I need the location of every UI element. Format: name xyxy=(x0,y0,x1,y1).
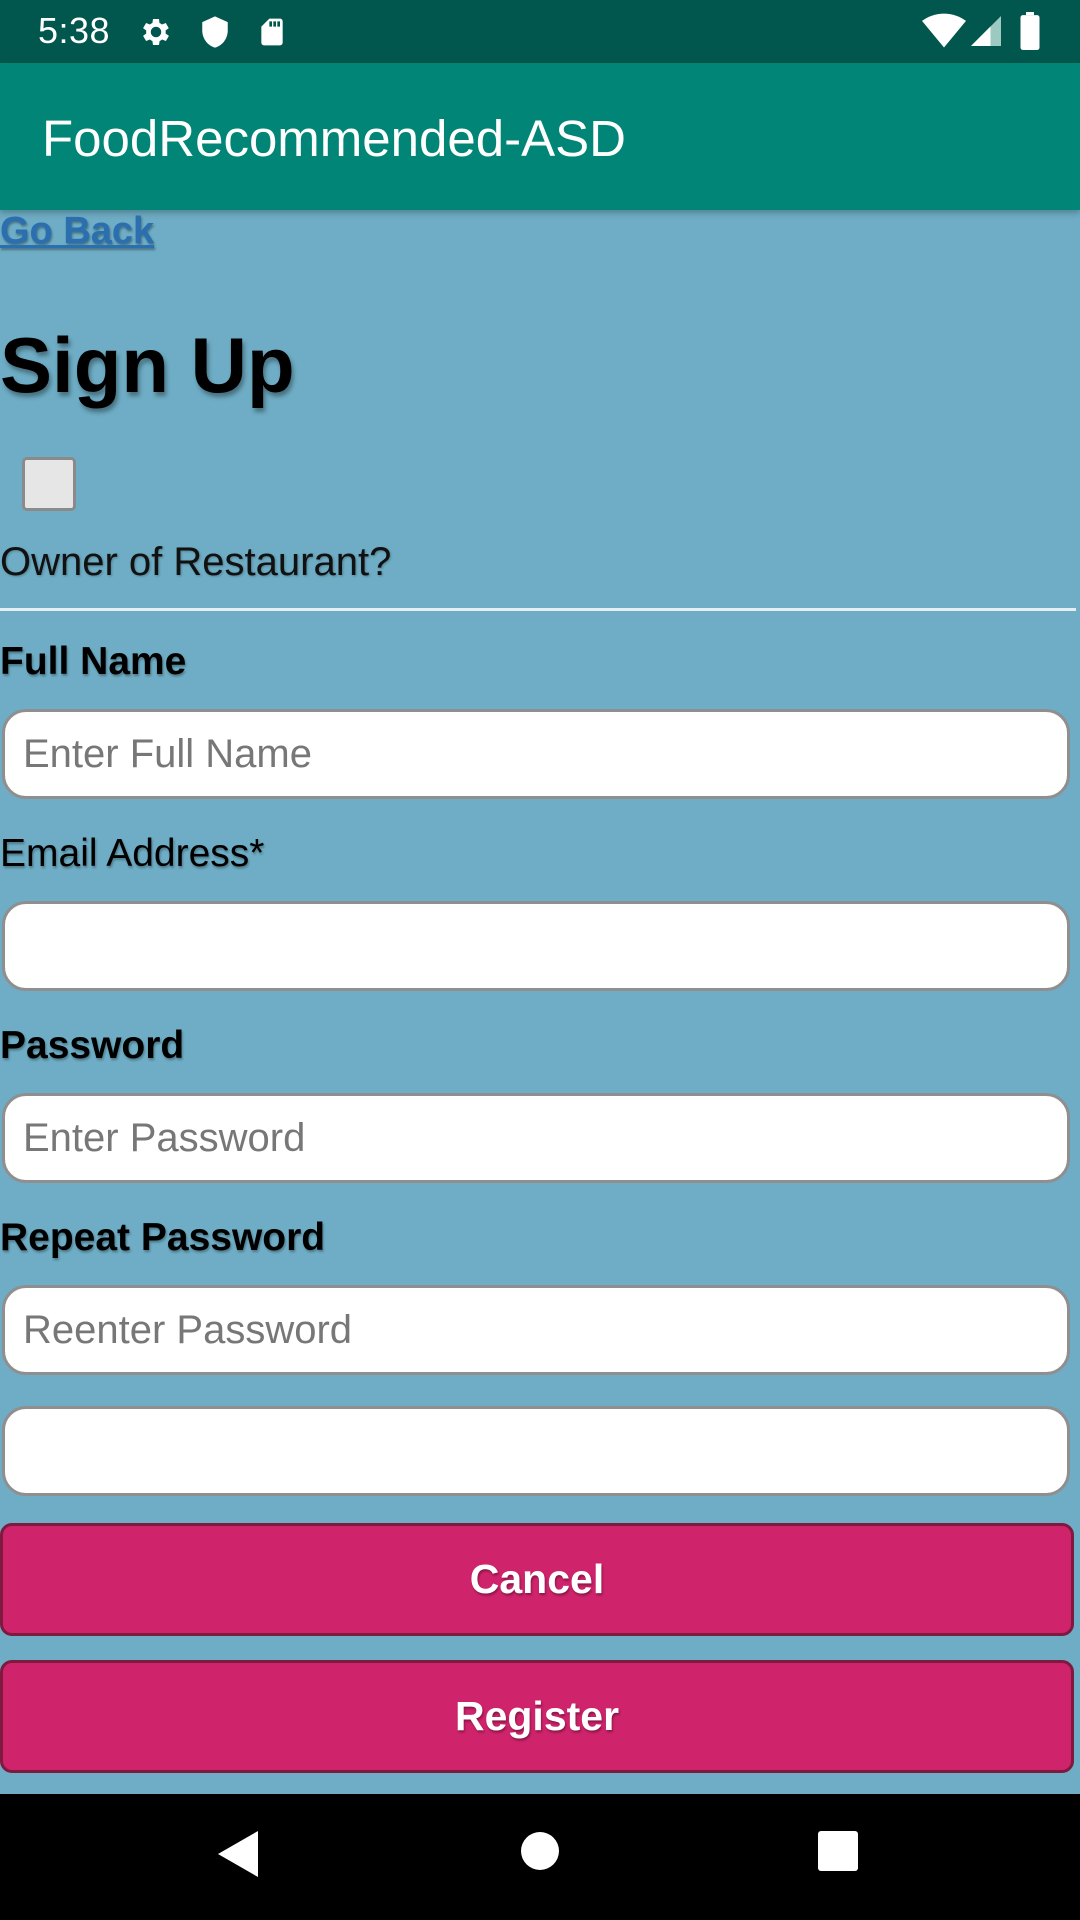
extra-input[interactable] xyxy=(2,1406,1070,1496)
status-time: 5:38 xyxy=(38,10,111,51)
back-icon[interactable] xyxy=(216,1829,260,1884)
owner-checkbox[interactable] xyxy=(22,457,76,511)
divider xyxy=(0,608,1076,611)
register-button[interactable]: Register xyxy=(0,1660,1074,1773)
app-title: FoodRecommended-ASD xyxy=(42,110,626,167)
email-input[interactable] xyxy=(2,901,1070,991)
email-label: Email Address* xyxy=(0,832,265,875)
wifi-icon xyxy=(922,12,966,55)
home-icon[interactable] xyxy=(520,1831,560,1876)
gear-icon xyxy=(138,14,174,55)
sd-card-icon xyxy=(256,14,288,55)
shield-icon xyxy=(198,14,232,55)
password-input[interactable] xyxy=(2,1093,1070,1183)
status-bar: 5:38 xyxy=(0,0,1080,63)
password-label: Password xyxy=(0,1024,185,1067)
full-name-input[interactable] xyxy=(2,709,1070,799)
navigation-bar xyxy=(0,1794,1080,1920)
cancel-button[interactable]: Cancel xyxy=(0,1523,1074,1636)
app-bar: FoodRecommended-ASD xyxy=(0,63,1080,210)
page-title: Sign Up xyxy=(0,321,295,409)
cell-signal-icon xyxy=(968,12,1004,55)
battery-icon xyxy=(1018,12,1042,55)
repeat-password-input[interactable] xyxy=(2,1285,1070,1375)
go-back-link[interactable]: Go Back xyxy=(0,210,154,253)
repeat-password-label: Repeat Password xyxy=(0,1216,326,1259)
full-name-label: Full Name xyxy=(0,640,187,683)
owner-checkbox-label: Owner of Restaurant? xyxy=(0,540,392,584)
recents-icon[interactable] xyxy=(818,1831,858,1876)
